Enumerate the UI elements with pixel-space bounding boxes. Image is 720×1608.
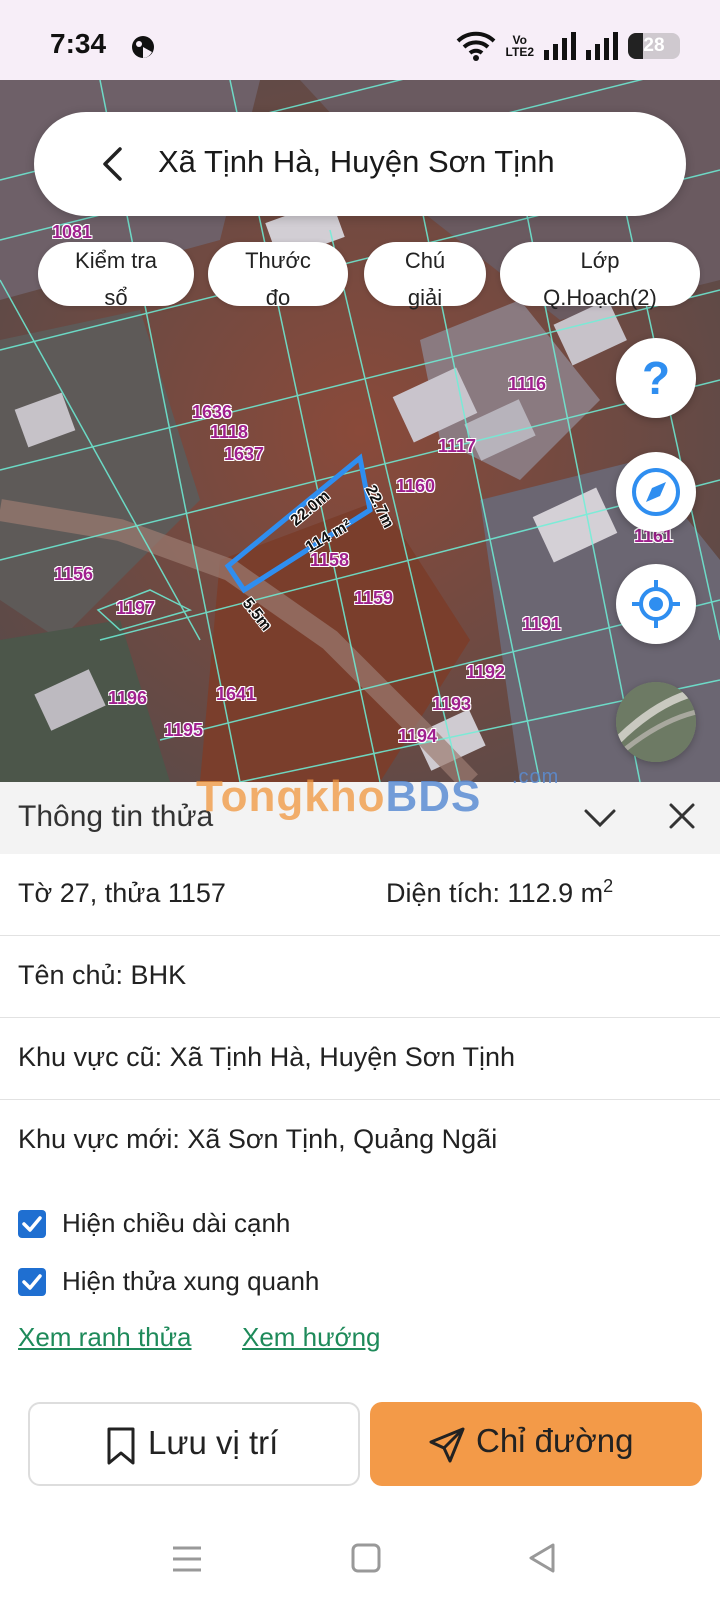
plot-label: 1197 — [116, 598, 156, 618]
parcel-area: Diện tích: 112.9 m2 — [386, 876, 614, 908]
location-title: Xã Tịnh Hà, Huyện Sơn Tịnh — [158, 144, 555, 179]
plot-label: 1081 — [52, 222, 93, 242]
old-administrative-area: Khu vực cũ: Xã Tịnh Hà, Huyện Sơn Tịnh — [18, 1042, 516, 1072]
chip-check-book[interactable]: Kiểm tra sổ — [38, 242, 194, 310]
send-icon — [429, 1427, 465, 1463]
panel-title: Thông tin thửa — [18, 800, 214, 833]
status-bar: 7:34 Vo LTE2 28 — [0, 0, 720, 80]
recent-apps-icon[interactable] — [170, 1542, 204, 1576]
check-icon — [22, 1274, 42, 1290]
bookmark-icon — [107, 1427, 135, 1465]
location-search-bar[interactable]: Xã Tịnh Hà, Huyện Sơn Tịnh — [34, 112, 686, 216]
plot-label: 1118 — [210, 422, 249, 442]
show-edge-length-checkbox[interactable] — [18, 1210, 46, 1238]
plot-label: 1156 — [54, 564, 94, 584]
watermark-logo: TongkhoBDS .com — [196, 766, 560, 821]
my-location-button[interactable] — [616, 564, 696, 644]
compass-icon — [632, 468, 680, 516]
save-location-button[interactable]: Lưu vị trí — [28, 1402, 360, 1486]
owner-name: Tên chủ: BHK — [18, 960, 187, 990]
info-row-owner: Tên chủ: BHK — [0, 936, 720, 1018]
check-icon — [22, 1216, 42, 1232]
svg-text:?: ? — [642, 352, 670, 404]
plot-label: 1193 — [432, 694, 472, 714]
plot-label: 1191 — [522, 614, 562, 634]
plot-label: 1637 — [224, 444, 265, 464]
info-row-old-area: Khu vực cũ: Xã Tịnh Hà, Huyện Sơn Tịnh — [0, 1018, 720, 1100]
status-time: 7:34 — [50, 28, 107, 59]
volte-icon: Vo LTE2 — [505, 33, 534, 59]
plot-label: 1117 — [438, 436, 477, 456]
show-neighbor-parcels-checkbox[interactable] — [18, 1268, 46, 1296]
plot-label: 1116 — [508, 374, 547, 394]
chip-legend[interactable]: Chú giải — [364, 242, 486, 310]
plot-label: 1192 — [466, 662, 506, 682]
view-boundary-link[interactable]: Xem ranh thửa — [18, 1322, 192, 1353]
chevron-left-icon[interactable] — [98, 146, 128, 182]
my-location-icon — [632, 580, 680, 628]
plot-label: 1636 — [192, 402, 233, 422]
signal-icon — [544, 32, 576, 60]
view-direction-link[interactable]: Xem hướng — [242, 1322, 381, 1353]
chip-planning-layer[interactable]: Lớp Q.Hoạch(2) — [500, 242, 700, 310]
plot-label: 1159 — [354, 588, 394, 608]
wifi-icon — [456, 31, 495, 61]
new-administrative-area: Khu vực mới: Xã Sơn Tịnh, Quảng Ngãi — [18, 1124, 498, 1154]
sheet-parcel-number: Tờ 27, thửa 1157 — [18, 878, 226, 908]
close-icon[interactable] — [666, 800, 698, 832]
satellite-layer-icon — [616, 682, 696, 762]
plot-label: 1195 — [164, 720, 204, 740]
satellite-layer-button[interactable] — [616, 682, 696, 762]
game-icon — [132, 36, 154, 58]
help-icon: ? — [642, 352, 670, 404]
system-navigation-bar — [0, 1520, 720, 1608]
plot-label: 1641 — [216, 684, 257, 704]
info-row-parcel: Tờ 27, thửa 1157 Diện tích: 112.9 m2 — [0, 854, 720, 936]
plot-label: 1194 — [398, 726, 438, 746]
plot-label: 1160 — [396, 476, 436, 496]
map-tool-chips: Kiểm tra sổ Thước đo Chú giải Lớp Q.Hoạch(2) — [38, 242, 708, 310]
chevron-down-icon[interactable] — [582, 802, 618, 832]
directions-button[interactable]: Chỉ đường — [370, 1402, 702, 1486]
plot-label: 1196 — [108, 688, 148, 708]
compass-button[interactable] — [616, 452, 696, 532]
chip-ruler[interactable]: Thước đo — [208, 242, 348, 310]
info-row-new-area: Khu vực mới: Xã Sơn Tịnh, Quảng Ngãi — [0, 1100, 720, 1182]
signal-icon — [586, 32, 618, 60]
home-icon[interactable] — [350, 1542, 382, 1574]
status-icons: Vo LTE2 28 — [456, 28, 680, 64]
back-icon[interactable] — [526, 1542, 558, 1574]
help-button[interactable]: ? — [616, 338, 696, 418]
battery-icon: 28 — [628, 33, 680, 59]
